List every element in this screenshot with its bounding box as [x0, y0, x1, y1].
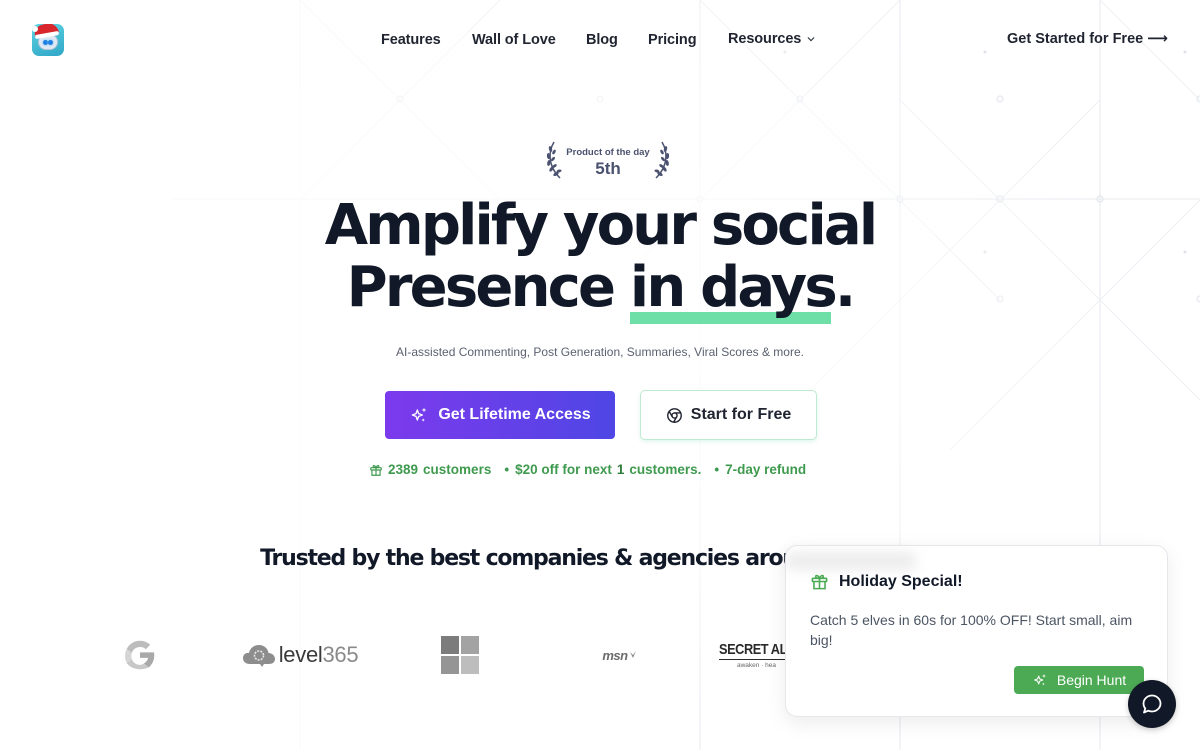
- hero-title-highlight: in days: [629, 255, 838, 324]
- secret-logo-text: SECRET AL: [719, 641, 787, 660]
- microsoft-squares-icon: [441, 636, 479, 674]
- bullet-separator: •: [504, 462, 510, 477]
- chevron-down-icon: [807, 37, 815, 42]
- bullet-separator: •: [714, 462, 720, 477]
- nav-wall-of-love[interactable]: Wall of Love: [472, 32, 556, 48]
- sparkles-icon: [411, 407, 427, 422]
- discount-prefix: $20 off for next: [515, 462, 612, 477]
- social-proof-stats: 2389 customers • $20 off for next 1 cust…: [369, 462, 806, 477]
- nav-pricing[interactable]: Pricing: [648, 32, 697, 48]
- brand-logo[interactable]: [32, 24, 64, 56]
- microsoft-logo: [440, 630, 480, 680]
- product-of-the-day-badge[interactable]: Product of the day 5th: [544, 138, 672, 182]
- cloud-icon: [242, 645, 275, 667]
- nav-features[interactable]: Features: [381, 32, 441, 48]
- chat-launcher-button[interactable]: [1128, 680, 1176, 728]
- nav-resources-label: Resources: [728, 31, 802, 47]
- chrome-icon: [666, 407, 682, 423]
- popup-body: Catch 5 elves in 60s for 100% OFF! Start…: [810, 612, 1133, 648]
- start-for-free-label: Start for Free: [690, 406, 792, 423]
- hero-title-line-1: Amplify your social: [324, 193, 878, 258]
- discount-count: 1: [616, 462, 625, 477]
- popup-backdrop-blur: [786, 552, 916, 570]
- msn-logo: msn: [598, 630, 642, 680]
- nav-resources-dropdown[interactable]: Resources: [728, 31, 815, 47]
- secret-logo-tagline: awaken · hea: [737, 662, 777, 669]
- google-logo: [118, 630, 162, 680]
- chat-bubble-icon: [1142, 694, 1162, 714]
- get-lifetime-access-button[interactable]: Get Lifetime Access: [385, 391, 615, 439]
- start-for-free-button[interactable]: Start for Free: [640, 390, 817, 440]
- level365-text: level365: [278, 642, 359, 667]
- arrow-right-icon: ⟶: [1147, 31, 1168, 47]
- begin-hunt-label: Begin Hunt: [1056, 672, 1127, 688]
- customers-count: 2389: [388, 462, 419, 477]
- holiday-special-popup: Holiday Special! Catch 5 elves in 60s fo…: [785, 545, 1168, 717]
- refund-stat: 7-day refund: [725, 462, 807, 477]
- discount-stat: $20 off for next 1 customers.: [515, 462, 701, 477]
- popup-title: Holiday Special!: [810, 572, 963, 591]
- get-started-label: Get Started for Free: [1007, 31, 1144, 47]
- popup-title-text: Holiday Special!: [839, 572, 963, 590]
- site-header: Features Wall of Love Blog Pricing Resou…: [0, 0, 1200, 80]
- get-started-link[interactable]: Get Started for Free ⟶: [1007, 31, 1168, 47]
- msn-text: msn: [602, 647, 628, 663]
- level365-logo: level365: [235, 630, 365, 680]
- hero-subtitle: AI-assisted Commenting, Post Generation,…: [396, 345, 804, 359]
- sparkles-icon: [1033, 674, 1046, 686]
- gift-icon: [811, 574, 828, 590]
- nav-blog[interactable]: Blog: [586, 32, 618, 48]
- hero-title-period: .: [834, 255, 856, 320]
- begin-hunt-button[interactable]: Begin Hunt: [1014, 666, 1144, 694]
- get-lifetime-access-label: Get Lifetime Access: [438, 406, 591, 423]
- laurel-right-icon: [654, 141, 670, 179]
- butterfly-icon: [629, 651, 636, 658]
- hero-title-line-2: Presence in days.: [0, 255, 1200, 324]
- discount-suffix: customers.: [629, 462, 702, 477]
- gift-icon: [370, 464, 382, 476]
- customers-stat: 2389 customers: [369, 462, 491, 477]
- hero-title-plain: Presence: [346, 255, 630, 320]
- customers-label: customers: [423, 462, 492, 477]
- google-g-icon: [124, 640, 155, 670]
